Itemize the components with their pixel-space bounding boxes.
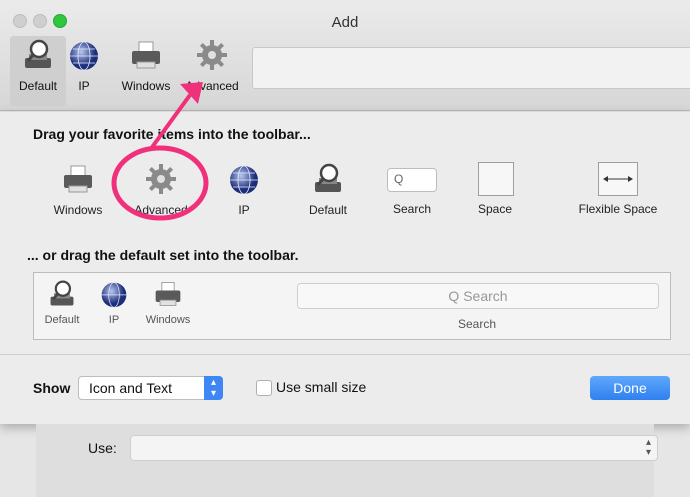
sheet-divider xyxy=(0,354,690,355)
toolbar-item-advanced[interactable]: Advanced xyxy=(180,38,244,93)
default-set-well[interactable]: Default IP Windows Q Search Search xyxy=(33,272,671,340)
palette-item-flexible-space[interactable]: Flexible Space xyxy=(572,162,664,216)
printer-magnifier-icon xyxy=(50,280,74,306)
palette-item-search[interactable]: Q Search xyxy=(384,168,440,216)
default-set-item-label: IP xyxy=(108,314,120,326)
double-arrow-icon xyxy=(603,176,633,182)
favorites-heading: Drag your favorite items into the toolba… xyxy=(33,126,311,142)
toolbar-item-label: Windows xyxy=(121,79,171,93)
popup-stepper-icon: ▴ ▾ xyxy=(204,376,223,400)
show-popup-value: Icon and Text xyxy=(89,380,173,396)
toolbar-item-default[interactable]: Default xyxy=(14,38,62,93)
palette-item-label: Windows xyxy=(53,203,103,217)
default-set-item-default: Default xyxy=(40,279,84,326)
search-field-icon: Q xyxy=(387,168,437,192)
gear-icon xyxy=(146,164,176,194)
window-title: Add xyxy=(331,14,359,31)
default-set-item-windows: Windows xyxy=(140,279,196,326)
default-set-item-label: Windows xyxy=(145,314,191,326)
printer-icon xyxy=(132,41,160,69)
printer-icon xyxy=(64,165,92,193)
palette-item-label: Default xyxy=(308,203,348,217)
toolbar-empty-area xyxy=(252,47,690,89)
show-popup[interactable]: Icon and Text ▴ ▾ xyxy=(78,376,223,400)
default-set-heading: ... or drag the default set into the too… xyxy=(27,247,299,263)
palette-item-label: IP xyxy=(238,203,250,217)
toolbar-item-label: IP xyxy=(78,79,90,93)
small-size-checkbox[interactable] xyxy=(256,380,272,396)
done-button[interactable]: Done xyxy=(590,376,670,400)
titlebar: Add Default IP Windows Advanced xyxy=(0,0,690,111)
palette-item-ip[interactable]: IP xyxy=(224,162,264,217)
globe-icon xyxy=(70,41,98,71)
show-label: Show xyxy=(33,380,71,396)
gear-icon xyxy=(197,40,227,70)
default-set-search-label: Search xyxy=(457,317,497,331)
palette-item-label: Advanced xyxy=(134,203,188,217)
flexible-space-icon xyxy=(598,162,638,196)
small-size-label: Use small size xyxy=(276,379,367,395)
printer-magnifier-icon xyxy=(25,39,51,68)
palette-item-label: Search xyxy=(392,202,432,216)
palette-item-space[interactable]: Space xyxy=(472,162,518,216)
palette-item-label: Space xyxy=(477,202,513,216)
space-icon xyxy=(478,162,514,196)
select-chevron-icon: ▴ ▾ xyxy=(645,437,651,458)
default-set-search-field: Q Search xyxy=(297,283,659,309)
toolbar-item-windows[interactable]: Windows xyxy=(116,38,176,93)
globe-icon xyxy=(230,165,258,195)
toolbar-item-label: Default xyxy=(18,79,58,93)
toolbar-item-label: Advanced xyxy=(185,79,239,93)
use-select[interactable]: ▴ ▾ xyxy=(130,435,658,461)
printer-icon xyxy=(155,282,181,306)
palette-item-default[interactable]: Default xyxy=(302,162,354,217)
palette-item-advanced[interactable]: Advanced xyxy=(128,162,194,217)
globe-icon xyxy=(101,282,127,308)
palette-item-label: Flexible Space xyxy=(578,202,658,216)
use-label: Use: xyxy=(88,440,117,456)
add-printer-window: Add Default IP Windows Advanced Drag you… xyxy=(0,0,690,497)
toolbar-item-ip[interactable]: IP xyxy=(64,38,104,93)
printer-magnifier-icon xyxy=(315,163,341,192)
palette-item-windows[interactable]: Windows xyxy=(48,162,108,217)
default-set-item-ip: IP xyxy=(96,279,132,326)
default-set-item-label: Default xyxy=(44,314,80,326)
